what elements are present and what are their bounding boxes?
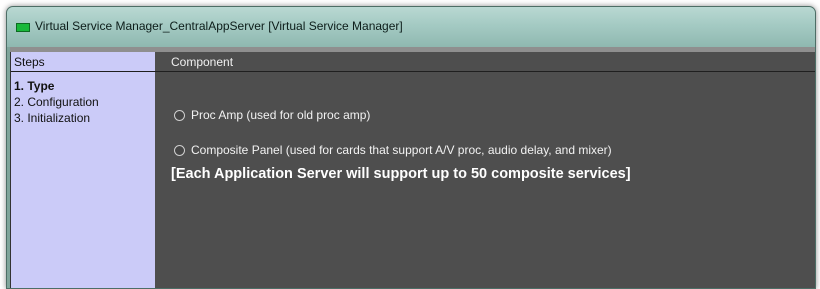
steps-list: 1. Type 2. Configuration 3. Initializati…	[11, 72, 156, 126]
proc-amp-radio-option[interactable]: Proc Amp (used for old proc amp)	[174, 107, 370, 123]
window-client-area: Steps 1. Type 2. Configuration 3. Initia…	[10, 47, 815, 288]
component-panel: Component Proc Amp (used for old proc am…	[155, 52, 815, 288]
composite-services-notice: [Each Application Server will support up…	[171, 166, 631, 182]
virtual-service-manager-window: Virtual Service Manager_CentralAppServer…	[6, 6, 816, 289]
composite-panel-radio-button[interactable]	[174, 144, 185, 156]
window-title: Virtual Service Manager_CentralAppServer…	[35, 19, 403, 33]
steps-panel: Steps 1. Type 2. Configuration 3. Initia…	[10, 52, 156, 288]
component-header: Component	[155, 52, 815, 72]
proc-amp-label: Proc Amp (used for old proc amp)	[191, 108, 371, 122]
step-type: 1. Type	[14, 79, 55, 93]
composite-panel-label: Composite Panel (used for cards that sup…	[191, 143, 612, 157]
proc-amp-radio-button[interactable]	[174, 109, 185, 121]
title-bar[interactable]: Virtual Service Manager_CentralAppServer…	[7, 7, 815, 47]
composite-panel-radio-option[interactable]: Composite Panel (used for cards that sup…	[174, 142, 612, 158]
steps-header: Steps	[11, 52, 156, 72]
step-configuration: 2. Configuration	[14, 95, 99, 109]
step-initialization: 3. Initialization	[14, 111, 91, 125]
app-window-icon	[16, 23, 30, 32]
